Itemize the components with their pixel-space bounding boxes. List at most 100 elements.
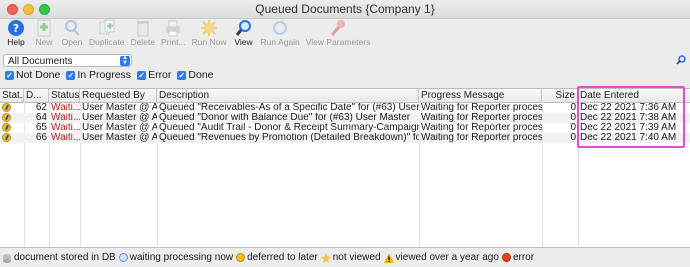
table-row[interactable]: 64 Waiti... User Master @ A... Queued "D… [0,113,690,123]
view-parameters-button[interactable]: View Parameters [303,18,374,47]
stored-in-db-icon [3,253,11,263]
waiting-icon [2,103,11,112]
checkbox-error[interactable]: ✓ Error [137,69,171,81]
print-icon [162,18,184,37]
viewed-old-icon [383,252,394,263]
status-filter-checkboxes: ✓ Not Done ✓ In Progress ✓ Error ✓ Done [5,69,214,81]
column-header-stat[interactable]: Stat... [0,89,24,102]
checkmark-icon: ✓ [177,70,187,80]
table-row[interactable]: 62 Waiti... User Master @ A... Queued "R… [0,103,690,113]
requested-by-cell: User Master @ A... [82,123,157,133]
requested-by-cell: User Master @ A... [82,103,157,113]
column-header-size[interactable]: Size [542,89,578,102]
description-cell: Queued "Audit Trail - Donor & Receipt Su… [159,123,419,133]
svg-text:?: ? [13,22,19,35]
size-cell: 0 [570,133,576,143]
requested-by-cell: User Master @ A... [82,113,157,123]
checkmark-icon: ✓ [137,70,147,80]
checkbox-not-done[interactable]: ✓ Not Done [5,69,60,81]
checkbox-done[interactable]: ✓ Done [177,69,214,81]
waiting-icon [2,123,11,132]
error-icon [501,253,511,262]
requested-by-cell: User Master @ A... [82,133,157,143]
delete-button[interactable]: Delete [127,18,158,47]
window-title: Queued Documents {Company 1} [255,2,435,16]
toolbar: ? Help New Open Duplicate Delete Print..… [0,18,690,48]
view-button[interactable]: View [230,18,258,47]
search-icon[interactable] [676,55,686,65]
table-row[interactable]: 66 Waiti... User Master @ A... Queued "R… [0,133,690,143]
legend-item: waiting processing now [118,252,233,263]
size-cell: 0 [570,103,576,113]
table-header: Stat... D... Status Requested By Descrip… [0,89,690,103]
status-text-cell: Waiti... [51,133,80,143]
duplicate-icon [96,18,118,37]
queued-documents-table: Stat... D... Status Requested By Descrip… [0,88,690,248]
checkmark-icon: ✓ [66,70,76,80]
waiting-icon [2,113,11,122]
legend-item: error [501,252,534,263]
run-now-icon [198,18,220,37]
status-text-cell: Waiti... [51,123,80,133]
status-legend: document stored in DB waiting processing… [0,248,690,267]
column-header-d[interactable]: D... [24,89,49,102]
doc-number-cell: 66 [35,133,47,143]
deferred-icon [236,253,246,262]
run-again-icon [269,18,291,37]
title-bar: Queued Documents {Company 1} [0,0,690,19]
open-button[interactable]: Open [58,18,86,47]
column-header-description[interactable]: Description [157,89,419,102]
status-cell [0,133,24,143]
doc-number-cell: 64 [35,113,47,123]
document-filter-value: All Documents [8,56,73,67]
status-cell [0,123,24,133]
legend-item: viewed over a year ago [383,252,499,263]
description-cell: Queued "Donor with Balance Due" for (#63… [159,113,411,123]
legend-item: document stored in DB [2,252,116,263]
duplicate-button[interactable]: Duplicate [86,18,127,47]
new-button[interactable]: New [30,18,58,47]
delete-icon [132,18,154,37]
checkmark-icon: ✓ [5,70,14,80]
new-icon [33,18,55,37]
open-icon [61,18,83,37]
description-cell: Queued "Receivables-As of a Specific Dat… [159,103,419,113]
status-cell [0,113,24,123]
doc-number-cell: 65 [35,123,47,133]
status-text-cell: Waiti... [51,113,80,123]
column-header-date-entered[interactable]: Date Entered [578,89,690,102]
description-cell: Queued "Revenues by Promotion (Detailed … [159,133,419,143]
run-now-button[interactable]: Run Now [189,18,230,47]
legend-item: deferred to later [236,252,318,263]
document-filter-select[interactable]: All Documents ▲ ▼ [3,54,132,67]
progress-message-cell: Waiting for Reporter proces... [421,103,542,113]
date-entered-cell: Dec 22 2021 7:39 AM [580,123,677,133]
waiting-icon [118,253,128,262]
date-entered-cell: Dec 22 2021 7:38 AM [580,113,677,123]
waiting-icon [2,133,11,142]
chevron-updown-icon: ▲ ▼ [120,55,130,66]
checkbox-in-progress[interactable]: ✓ In Progress [66,69,131,81]
size-cell: 0 [570,123,576,133]
run-again-button[interactable]: Run Again [258,18,303,47]
print-button[interactable]: Print... [158,18,189,47]
size-cell: 0 [570,113,576,123]
status-cell [0,103,24,113]
legend-item: not viewed [320,252,381,263]
doc-number-cell: 62 [35,103,47,113]
help-button[interactable]: ? Help [2,18,30,47]
view-icon [233,18,255,37]
view-parameters-icon [327,18,349,37]
date-entered-cell: Dec 22 2021 7:40 AM [580,133,677,143]
date-entered-cell: Dec 22 2021 7:36 AM [580,103,677,113]
column-header-progress-message[interactable]: Progress Message [419,89,542,102]
status-text-cell: Waiti... [51,103,80,113]
column-header-status[interactable]: Status [49,89,80,102]
progress-message-cell: Waiting for Reporter proces... [421,123,542,133]
table-row[interactable]: 65 Waiti... User Master @ A... Queued "A… [0,123,690,133]
not-viewed-icon [320,252,331,263]
progress-message-cell: Waiting for Reporter proces... [421,113,542,123]
progress-message-cell: Waiting for Reporter proces... [421,133,542,143]
column-header-requested-by[interactable]: Requested By [80,89,157,102]
help-icon: ? [5,18,27,37]
